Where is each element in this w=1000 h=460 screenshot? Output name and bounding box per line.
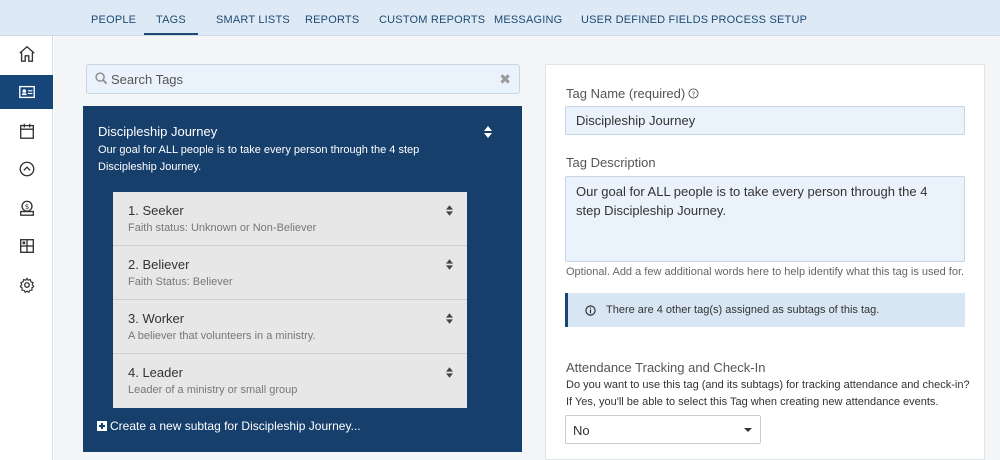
sort-icon[interactable]	[446, 259, 453, 270]
attendance-label: Attendance Tracking and Check-In	[566, 360, 766, 375]
gear-icon	[19, 277, 34, 293]
tag-description-textarea[interactable]: Our goal for ALL people is to take every…	[565, 176, 965, 262]
subtag-desc: Leader of a ministry or small group	[128, 384, 298, 396]
info-icon	[585, 304, 596, 316]
tag-name-label: Tag Name (required) ?	[566, 86, 699, 101]
tab-process-setup[interactable]: PROCESS SETUP	[711, 0, 807, 35]
info-alert: There are 4 other tag(s) assigned as sub…	[565, 293, 965, 327]
tag-form: Tag Name (required) ? Tag Description Ou…	[545, 64, 985, 460]
search-input[interactable]	[111, 68, 491, 90]
attendance-selected-value: No	[573, 423, 590, 438]
tab-tags[interactable]: TAGS	[144, 0, 198, 35]
plus-square-icon	[97, 421, 107, 431]
subtag-name: 1. Seeker	[128, 203, 184, 218]
tag-description-label: Tag Description	[566, 155, 656, 170]
create-subtag-label: Create a new subtag for Discipleship Jou…	[110, 419, 361, 433]
sort-icon[interactable]	[446, 313, 453, 324]
search-box: ✖	[86, 64, 520, 94]
subtag-list: 1. Seeker Faith status: Unknown or Non-B…	[113, 192, 467, 408]
sort-icon[interactable]	[446, 367, 453, 378]
svg-text:?: ?	[692, 89, 696, 98]
attendance-help: If Yes, you'll be able to select this Ta…	[566, 396, 939, 408]
tag-name-label-text: Tag Name (required)	[566, 86, 686, 101]
sidebar-item-home[interactable]	[0, 37, 53, 71]
clear-search-icon[interactable]: ✖	[499, 71, 511, 88]
search-icon	[95, 72, 108, 85]
sidebar: $	[0, 36, 53, 460]
sidebar-item-calendar[interactable]	[0, 114, 53, 148]
info-text: There are 4 other tag(s) assigned as sub…	[606, 304, 880, 316]
subtag-desc: Faith Status: Believer	[128, 276, 233, 288]
grid-icon	[19, 239, 34, 253]
create-subtag-link[interactable]: Create a new subtag for Discipleship Jou…	[97, 419, 361, 433]
subtag-name: 4. Leader	[128, 365, 183, 380]
contact-card-icon	[18, 85, 35, 99]
top-nav: PEOPLE TAGS SMART LISTS REPORTS CUSTOM R…	[0, 0, 1000, 36]
tab-reports[interactable]: REPORTS	[305, 0, 359, 35]
calendar-icon	[19, 123, 34, 139]
money-icon: $	[19, 200, 34, 216]
attendance-select[interactable]: No	[565, 415, 761, 444]
subtag-item[interactable]: 4. Leader Leader of a ministry or small …	[113, 354, 467, 408]
tab-smart-lists[interactable]: SMART LISTS	[216, 0, 290, 35]
sidebar-item-people[interactable]	[0, 75, 53, 109]
sidebar-item-settings[interactable]	[0, 268, 53, 302]
attendance-question: Do you want to use this tag (and its sub…	[566, 379, 970, 391]
tab-messaging[interactable]: MESSAGING	[494, 0, 562, 35]
sort-icon[interactable]	[446, 205, 453, 216]
sidebar-item-up[interactable]	[0, 152, 53, 186]
tag-title: Discipleship Journey	[98, 124, 218, 139]
subtag-item[interactable]: 1. Seeker Faith status: Unknown or Non-B…	[113, 192, 467, 246]
subtag-item[interactable]: 2. Believer Faith Status: Believer	[113, 246, 467, 300]
subtag-item[interactable]: 3. Worker A believer that volunteers in …	[113, 300, 467, 354]
tag-name-input[interactable]	[565, 106, 965, 135]
tag-panel[interactable]: Discipleship Journey Our goal for ALL pe…	[83, 106, 522, 452]
subtag-name: 2. Believer	[128, 257, 190, 272]
chevron-up-circle-icon	[19, 161, 34, 177]
tab-custom-reports[interactable]: CUSTOM REPORTS	[379, 0, 485, 35]
help-icon[interactable]: ?	[688, 88, 699, 99]
sidebar-item-giving[interactable]: $	[0, 191, 53, 225]
tag-description: Our goal for ALL people is to take every…	[98, 144, 420, 173]
sidebar-item-dashboard[interactable]	[0, 229, 53, 263]
tab-user-defined-fields[interactable]: USER DEFINED FIELDS	[581, 0, 708, 35]
subtag-desc: A believer that volunteers in a ministry…	[128, 330, 316, 342]
description-hint: Optional. Add a few additional words her…	[566, 266, 965, 278]
subtag-desc: Faith status: Unknown or Non-Believer	[128, 222, 317, 234]
svg-text:$: $	[24, 202, 29, 211]
caret-down-icon	[744, 428, 752, 432]
home-icon	[18, 46, 35, 62]
sort-icon[interactable]	[484, 126, 492, 138]
tab-people[interactable]: PEOPLE	[91, 0, 136, 35]
subtag-name: 3. Worker	[128, 311, 185, 326]
